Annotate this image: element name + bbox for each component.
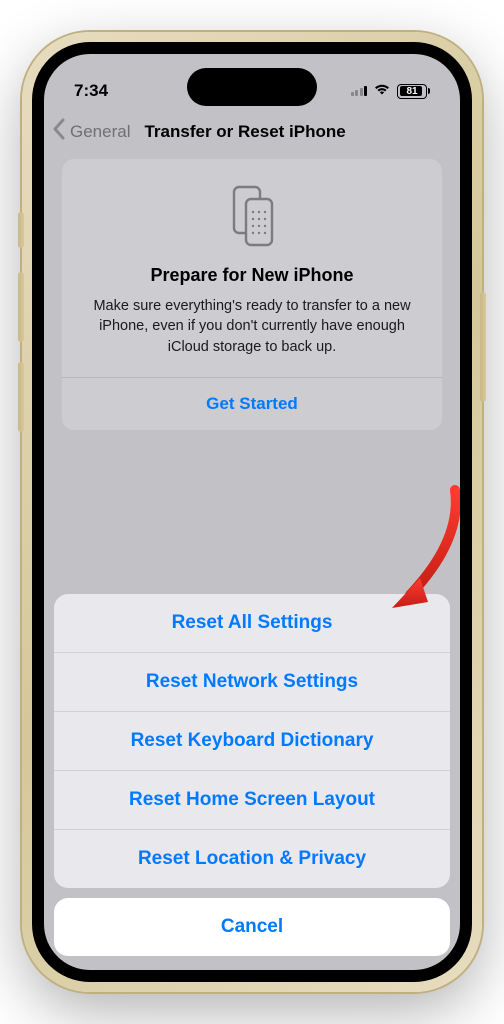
mute-switch: [18, 212, 24, 248]
page-title: Transfer or Reset iPhone: [144, 122, 345, 142]
phone-frame: 7:34: [22, 32, 482, 992]
wifi-icon: [373, 81, 391, 101]
back-button[interactable]: General: [70, 122, 130, 142]
reset-location-privacy-button[interactable]: Reset Location & Privacy: [54, 830, 450, 888]
reset-keyboard-dictionary-button[interactable]: Reset Keyboard Dictionary: [54, 712, 450, 771]
power-button: [480, 292, 486, 402]
card-description: Make sure everything's ready to transfer…: [80, 296, 424, 357]
reset-all-settings-button[interactable]: Reset All Settings: [54, 594, 450, 653]
dynamic-island: [187, 68, 317, 106]
prepare-card: Prepare for New iPhone Make sure everyth…: [62, 159, 442, 430]
volume-down-button: [18, 362, 24, 432]
reset-network-settings-button[interactable]: Reset Network Settings: [54, 653, 450, 712]
status-time: 7:34: [74, 81, 108, 101]
action-sheet: Reset All Settings Reset Network Setting…: [54, 594, 450, 956]
phones-icon: [80, 181, 424, 249]
get-started-button[interactable]: Get Started: [80, 378, 424, 430]
screen: 7:34: [44, 54, 460, 970]
battery-icon: 81: [397, 84, 430, 99]
card-title: Prepare for New iPhone: [80, 265, 424, 286]
nav-bar: General Transfer or Reset iPhone: [44, 110, 460, 159]
cancel-button[interactable]: Cancel: [54, 898, 450, 956]
battery-level: 81: [406, 86, 417, 97]
back-chevron-icon[interactable]: [52, 118, 66, 145]
cellular-signal-icon: [351, 86, 368, 96]
reset-home-screen-layout-button[interactable]: Reset Home Screen Layout: [54, 771, 450, 830]
volume-up-button: [18, 272, 24, 342]
